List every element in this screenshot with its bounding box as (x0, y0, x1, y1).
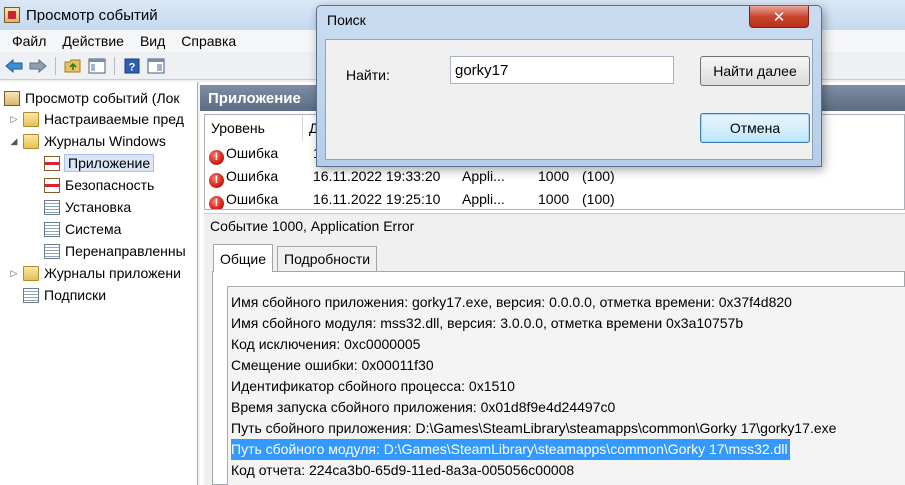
tree-item-subscriptions[interactable]: Подписки (23, 284, 106, 306)
menu-view[interactable]: Вид (132, 33, 173, 49)
subscriptions-icon (23, 287, 39, 303)
tree-item-windows-logs[interactable]: ◢ Журналы Windows (8, 130, 166, 152)
table-row[interactable]: ! Ошибка 16.11.2022 19:33:20 Appli... 100… (205, 165, 904, 188)
svg-text:?: ? (129, 61, 136, 73)
tab-details[interactable]: Подробности (277, 246, 378, 271)
log-icon (44, 177, 60, 193)
tree-item-application-logs[interactable]: ▷ Журналы приложени (8, 262, 181, 284)
column-header-level[interactable]: Уровень (205, 115, 303, 141)
search-dialog-title: Поиск (327, 12, 366, 28)
folder-icon (23, 133, 39, 149)
log-icon (44, 221, 60, 237)
close-icon[interactable]: ✕ (749, 6, 809, 28)
folder-icon (23, 111, 39, 127)
tree-item-system[interactable]: Система (44, 218, 121, 240)
tree-item-custom-views[interactable]: ▷ Настраиваемые пред (8, 108, 184, 130)
menu-help[interactable]: Справка (173, 33, 244, 49)
event-viewer-app-icon (4, 7, 20, 23)
navigation-tree: Просмотр событий (Лок ▷ Настраиваемые пр… (0, 82, 198, 485)
folder-icon (23, 265, 39, 281)
menu-file[interactable]: Файл (4, 33, 54, 49)
log-icon (44, 243, 60, 259)
description-line: Имя сбойного приложения: gorky17.exe, ве… (231, 294, 792, 310)
event-viewer-icon (4, 90, 20, 106)
log-icon (44, 199, 60, 215)
help-icon[interactable]: ? (122, 56, 142, 76)
forward-arrow-icon[interactable] (28, 56, 48, 76)
error-icon: ! (209, 196, 224, 209)
find-label: Найти: (346, 67, 390, 83)
menu-action[interactable]: Действие (54, 33, 132, 49)
expand-arrow-icon[interactable]: ▷ (8, 114, 20, 125)
properties-pane-icon[interactable] (146, 56, 166, 76)
show-hide-pane-icon[interactable] (87, 56, 107, 76)
description-line: Код отчета: 224ca3b0-65d9-11ed-8a3a-0050… (231, 462, 575, 478)
expand-arrow-icon[interactable]: ▷ (8, 268, 20, 279)
description-line: Путь сбойного приложения: D:\Games\Steam… (231, 420, 837, 436)
tree-item-application[interactable]: Приложение (44, 152, 155, 174)
description-line: Идентификатор сбойного процесса: 0x1510 (231, 378, 515, 394)
cancel-button[interactable]: Отмена (700, 113, 810, 143)
tab-general[interactable]: Общие (213, 244, 274, 272)
tree-item-setup[interactable]: Установка (44, 196, 131, 218)
log-icon (44, 155, 60, 171)
event-description[interactable]: Имя сбойного приложения: gorky17.exe, ве… (227, 286, 905, 485)
collapse-arrow-icon[interactable]: ◢ (8, 136, 20, 147)
description-line: Имя сбойного модуля: mss32.dll, версия: … (231, 315, 744, 331)
find-next-button[interactable]: Найти далее (700, 56, 810, 86)
description-line: Смещение ошибки: 0x00011f30 (231, 357, 434, 373)
search-dialog: Поиск ✕ Найти: Найти далее Отмена (316, 5, 822, 167)
description-line: Код исключения: 0xc0000005 (231, 336, 421, 352)
toolbar-separator (114, 56, 115, 75)
error-icon: ! (209, 173, 224, 188)
event-detail-header: Событие 1000, Application Error (204, 213, 905, 237)
window-title: Просмотр событий (26, 6, 158, 24)
tab-panel-general: Имя сбойного приложения: gorky17.exe, ве… (212, 271, 905, 485)
event-detail-body: Общие Подробности Имя сбойного приложени… (204, 237, 905, 485)
toolbar-separator (55, 56, 56, 75)
table-row[interactable]: ! Ошибка 16.11.2022 19:25:10 Appli... 100… (205, 188, 904, 209)
find-input[interactable] (450, 56, 674, 84)
back-arrow-icon[interactable] (4, 56, 24, 76)
search-dialog-content: Найти: Найти далее Отмена (325, 39, 813, 160)
description-line: Время запуска сбойного приложения: 0x01d… (231, 399, 616, 415)
tree-item-root[interactable]: Просмотр событий (Лок (4, 87, 180, 109)
tree-item-security[interactable]: Безопасность (44, 174, 154, 196)
folder-up-icon[interactable] (63, 56, 83, 76)
tree-item-forwarded-events[interactable]: Перенаправленны (44, 240, 186, 262)
description-line-highlighted: Путь сбойного модуля: D:\Games\SteamLibr… (231, 439, 790, 460)
error-icon: ! (209, 150, 224, 165)
